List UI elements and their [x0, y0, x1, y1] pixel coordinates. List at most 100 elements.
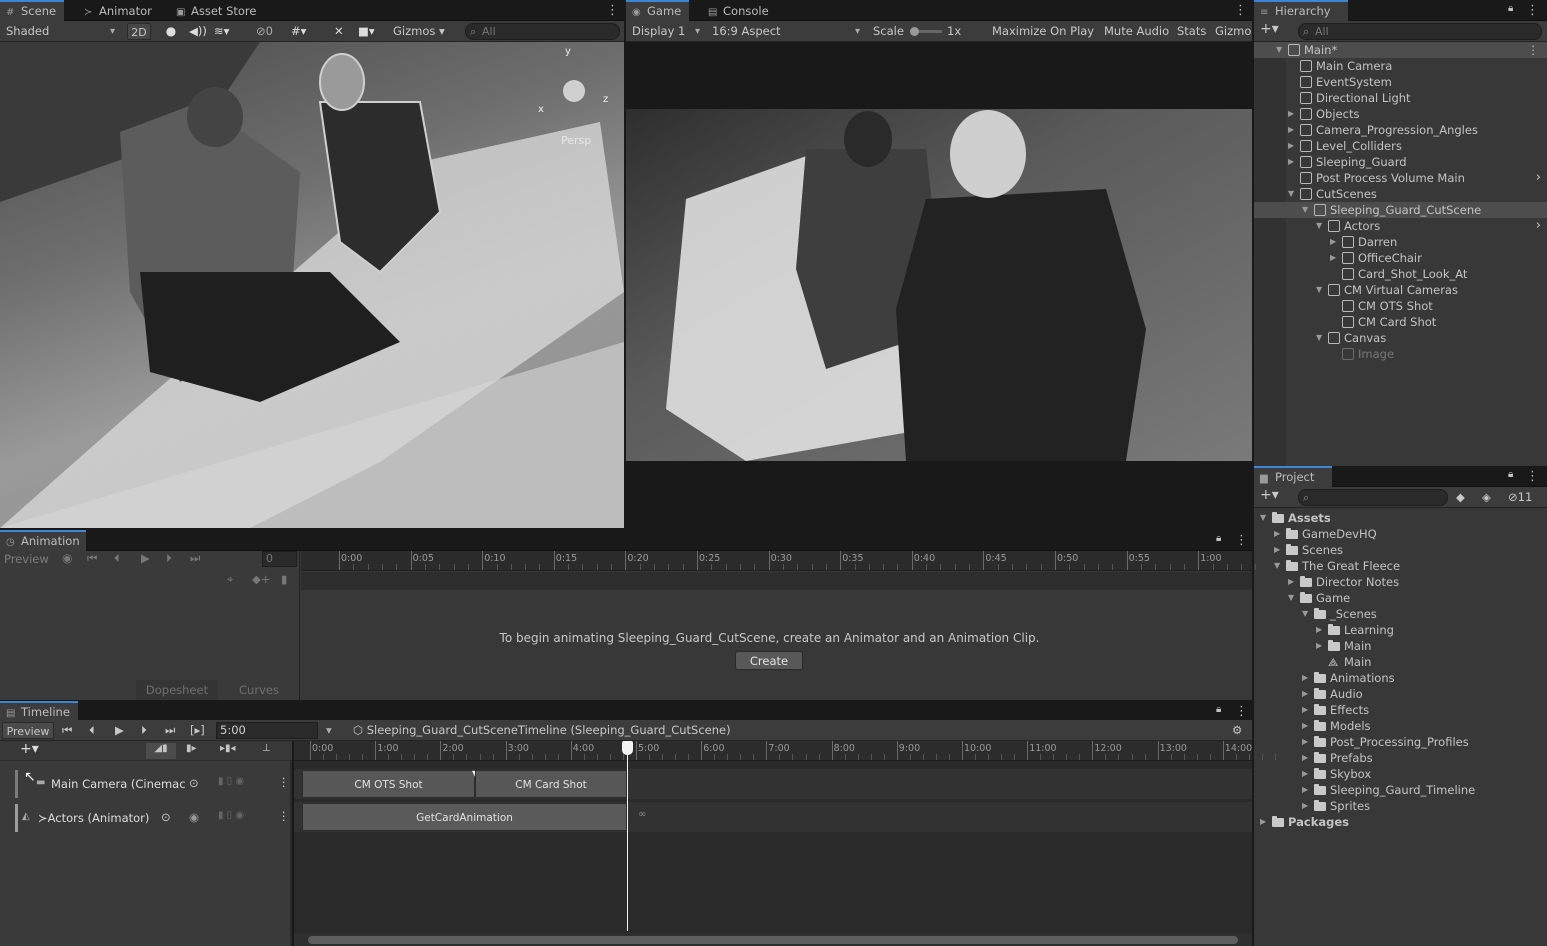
project-item[interactable]: ▶ GameDevHQ — [1254, 526, 1547, 542]
scene-menu-icon[interactable]: ⋮ — [606, 0, 619, 21]
collapse-arrow-icon[interactable]: ▶ — [1302, 798, 1308, 814]
timeline-lock-icon[interactable]: 🔒︎ — [1216, 704, 1221, 715]
playhead-line[interactable] — [627, 741, 628, 931]
effects-icon[interactable]: ≋▾ — [214, 23, 229, 40]
collapse-arrow-icon[interactable]: ▶ — [1302, 782, 1308, 798]
project-item[interactable]: ▶ Animations — [1254, 670, 1547, 686]
project-item[interactable]: ▶ Packages — [1254, 814, 1547, 830]
collapse-arrow-icon[interactable]: ▶ — [1330, 250, 1336, 266]
timeline-clip-area[interactable]: 0:00 1:00 2:00 3:00 4:00 5:00 6:00 7:00 8:00 9:00… — [294, 741, 1276, 946]
gizmos-dropdown[interactable]: Gizmos ▾ — [393, 23, 445, 40]
track-menu-icon[interactable]: ⋮ — [278, 775, 290, 789]
track-menu-icon[interactable]: ⋮ — [278, 809, 290, 823]
hierarchy-item[interactable]: ▼ Main* ⋮ — [1254, 42, 1547, 58]
filter-type-icon[interactable]: ◆ — [1456, 489, 1465, 506]
collapse-arrow-icon[interactable]: ▶ — [1274, 526, 1280, 542]
ripple-icon[interactable]: ▸▮◂ — [220, 743, 236, 754]
hierarchy-item[interactable]: Post Process Volume Main › — [1254, 170, 1547, 186]
collapse-arrow-icon[interactable]: ▶ — [1302, 670, 1308, 686]
collapse-arrow-icon[interactable]: ▶ — [1288, 138, 1294, 154]
scene-gizmo[interactable]: y x z — [538, 46, 612, 122]
game-menu-icon[interactable]: ⋮ — [1234, 0, 1247, 21]
tl-first-frame-icon[interactable]: ⏮ — [62, 722, 72, 739]
track-lock-icon[interactable]: ▮ ▯ ◉ — [218, 776, 244, 787]
tl-loop-range-icon[interactable]: [▸] — [190, 722, 205, 739]
2d-toggle[interactable]: 2D — [127, 23, 151, 40]
project-item[interactable]: ▼ Game — [1254, 590, 1547, 606]
playhead-handle[interactable] — [622, 741, 633, 755]
hierarchy-item[interactable]: ▶ Objects — [1254, 106, 1547, 122]
project-item[interactable]: ⟁ Main — [1254, 654, 1547, 670]
frame-field[interactable]: 0 — [262, 551, 297, 567]
expand-arrow-icon[interactable]: ▼ — [1288, 590, 1294, 606]
animation-lock-icon[interactable]: 🔒︎ — [1216, 533, 1221, 544]
tab-animator[interactable]: ≻ Animator — [78, 0, 160, 21]
tl-play-icon[interactable]: ▶ — [115, 722, 124, 739]
hierarchy-menu-icon[interactable]: ⋮ — [1526, 0, 1539, 21]
hierarchy-item[interactable]: ▼ CM Virtual Cameras — [1254, 282, 1547, 298]
projection-label[interactable]: Persp — [561, 134, 591, 147]
chevron-right-icon[interactable]: › — [1536, 170, 1541, 186]
marker-icon[interactable]: ⊥ — [262, 743, 271, 754]
tl-prev-frame-icon[interactable]: ⏴ — [89, 722, 95, 739]
clip-cm-card-shot[interactable]: CM Card Shot — [475, 770, 627, 798]
collapse-arrow-icon[interactable]: ▶ — [1288, 106, 1294, 122]
expand-arrow-icon[interactable]: ▼ — [1274, 558, 1280, 574]
hierarchy-item[interactable]: ▼ Canvas — [1254, 330, 1547, 346]
hierarchy-item[interactable]: ▶ Sleeping_Guard — [1254, 154, 1547, 170]
scale-slider[interactable] — [910, 27, 942, 36]
expand-arrow-icon[interactable]: ▼ — [1302, 606, 1308, 622]
collapse-arrow-icon[interactable]: ▶ — [1302, 734, 1308, 750]
record-track-icon[interactable]: ◉ — [189, 810, 199, 824]
animation-menu-icon[interactable]: ⋮ — [1235, 530, 1248, 551]
collapse-arrow-icon[interactable]: ▶ — [1316, 622, 1322, 638]
track-actors-animator[interactable]: ◭ ≻Actors (Animator) ⊙ ◉ ▮ ▯ ◉ ⋮ — [15, 804, 290, 832]
scrollbar-thumb[interactable] — [308, 936, 1238, 944]
project-menu-icon[interactable]: ⋮ — [1526, 466, 1539, 487]
project-item[interactable]: ▶ Scenes — [1254, 542, 1547, 558]
animation-time-ruler[interactable]: 0:00 0:05 0:10 0:15 0:20 0:25 0:30 0:35 0:40 0:45… — [301, 551, 1257, 571]
filter-label-icon[interactable]: ◈ — [1482, 489, 1491, 506]
project-create-icon[interactable]: +▾ — [1260, 487, 1279, 504]
maximize-on-play-toggle[interactable]: Maximize On Play — [992, 23, 1094, 40]
expand-arrow-icon[interactable]: ▼ — [1260, 510, 1266, 526]
project-item[interactable]: ▶ Director Notes — [1254, 574, 1547, 590]
tl-last-frame-icon[interactable]: ⏭ — [165, 722, 175, 739]
chevron-right-icon[interactable]: › — [1536, 218, 1541, 234]
curves-tab[interactable]: Curves — [218, 680, 300, 700]
bound-object-picker-icon[interactable]: ⊙ — [189, 776, 199, 790]
hierarchy-item[interactable]: CM Card Shot — [1254, 314, 1547, 330]
last-key-icon[interactable]: ⏭ — [190, 551, 200, 566]
curves-toggle-icon[interactable]: ◢▮ — [146, 743, 176, 759]
first-key-icon[interactable]: ⏮ — [87, 551, 97, 566]
hidden-packages-icon[interactable]: ⊘11 — [1508, 489, 1532, 506]
project-item[interactable]: ▼ The Great Fleece — [1254, 558, 1547, 574]
shading-mode-dropdown[interactable]: Shaded — [2, 23, 119, 40]
tab-scene[interactable]: # Scene — [0, 0, 65, 21]
expand-arrow-icon[interactable]: ▼ — [1316, 330, 1322, 346]
next-key-icon[interactable]: ⏵ — [166, 551, 172, 566]
project-item[interactable]: ▼ _Scenes — [1254, 606, 1547, 622]
collapse-arrow-icon[interactable]: ▶ — [1302, 686, 1308, 702]
tools-icon[interactable]: ✕ — [334, 23, 344, 40]
hierarchy-item[interactable]: ▶ Level_Colliders — [1254, 138, 1547, 154]
project-item[interactable]: ▶ Prefabs — [1254, 750, 1547, 766]
animation-preview-toggle[interactable]: Preview — [4, 552, 49, 566]
collapse-arrow-icon[interactable]: ▶ — [1316, 638, 1322, 654]
project-item[interactable]: ▼ Assets — [1254, 510, 1547, 526]
hierarchy-item[interactable]: ▼ Sleeping_Guard_CutScene — [1254, 202, 1547, 218]
expand-arrow-icon[interactable]: ▼ — [1288, 186, 1294, 202]
project-item[interactable]: ▶ Audio — [1254, 686, 1547, 702]
hierarchy-item[interactable]: Image — [1254, 346, 1547, 362]
snap-icon[interactable]: ▮▸ — [186, 743, 197, 754]
scale-slider-thumb[interactable] — [910, 27, 919, 36]
aspect-dropdown[interactable]: 16:9 Aspect — [708, 23, 864, 40]
record-icon[interactable]: ◉ — [62, 551, 72, 565]
collapse-arrow-icon[interactable]: ▶ — [1288, 574, 1294, 590]
hierarchy-item[interactable]: Card_Shot_Look_At — [1254, 266, 1547, 282]
expand-arrow-icon[interactable]: ▼ — [1302, 202, 1308, 218]
track-main-camera[interactable]: ▬ Main Camera (Cinemac ⊙ ▮ ▯ ◉ ⋮ — [15, 770, 290, 798]
clip-cm-ots-shot[interactable]: CM OTS Shot — [302, 770, 475, 798]
hierarchy-item[interactable]: CM OTS Shot — [1254, 298, 1547, 314]
project-item[interactable]: ▶ Sprites — [1254, 798, 1547, 814]
